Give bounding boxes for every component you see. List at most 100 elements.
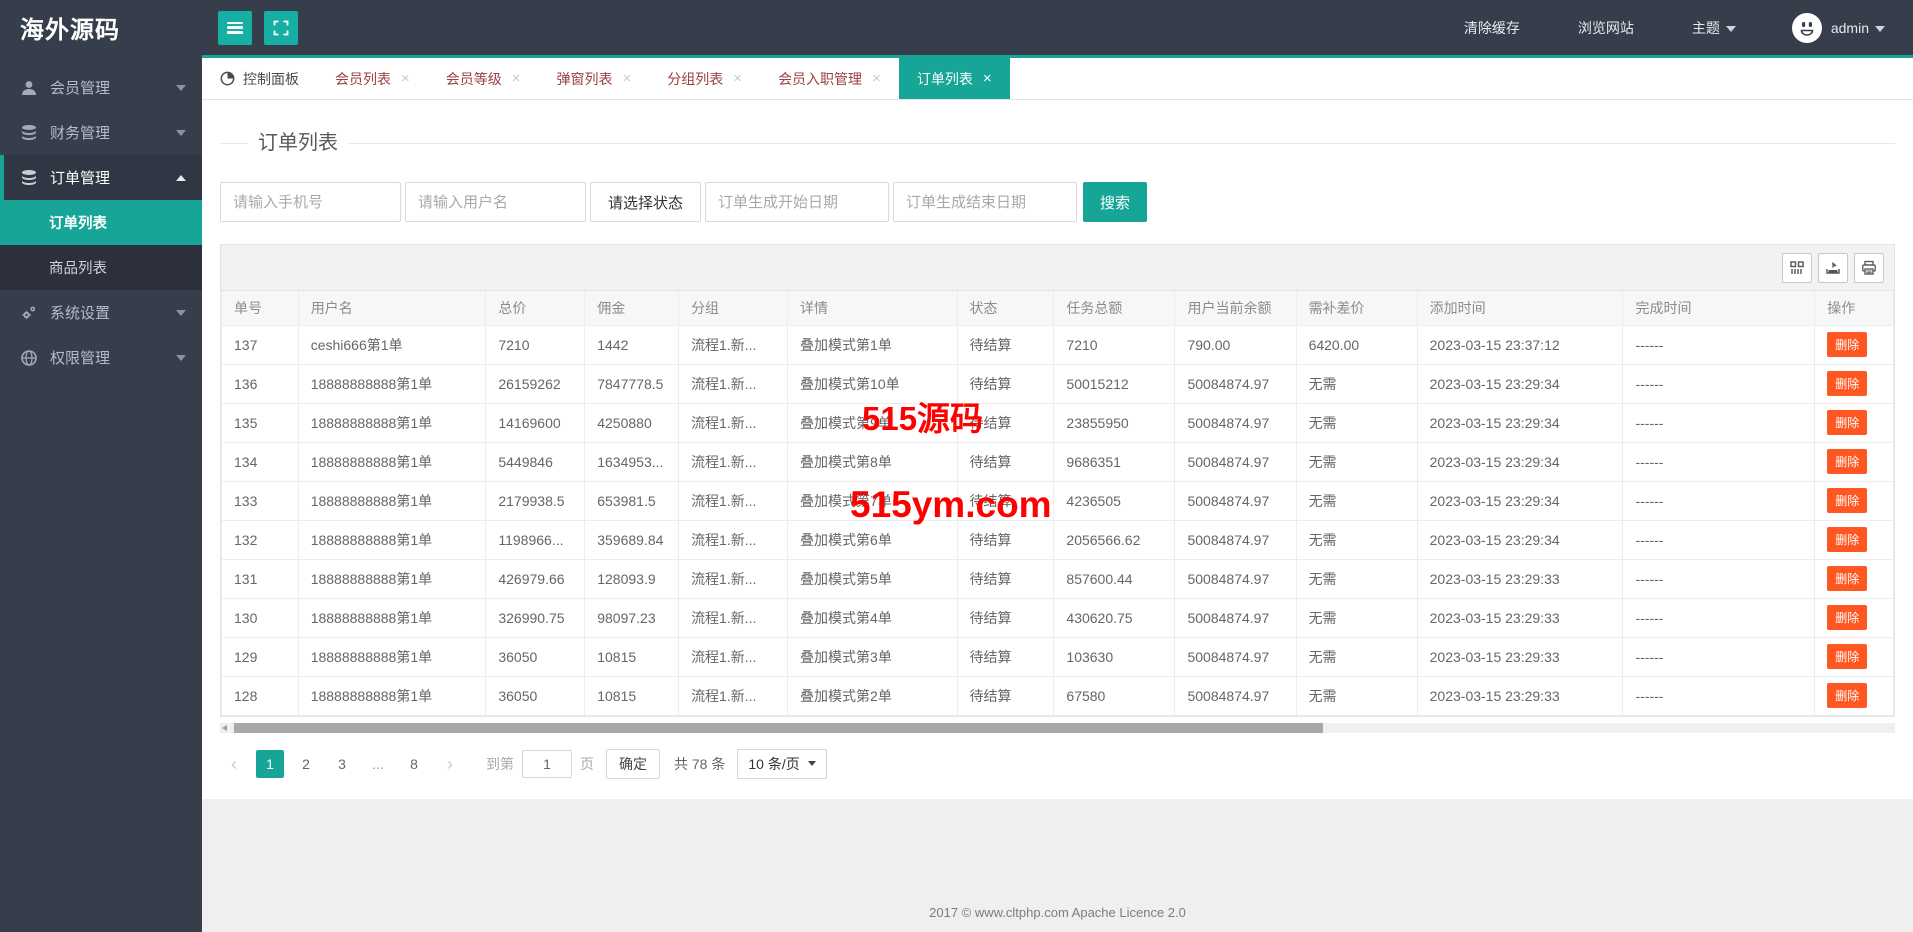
- table-cell: 2023-03-15 23:29:34: [1416, 480, 1624, 521]
- table-cell: 待结算: [956, 480, 1055, 521]
- table-cell: 流程1.新...: [678, 519, 789, 560]
- status-select[interactable]: 请选择状态: [590, 182, 701, 222]
- browse-site-link[interactable]: 浏览网站: [1578, 18, 1634, 38]
- close-icon[interactable]: ×: [623, 71, 632, 86]
- table-cell: 67580: [1053, 675, 1176, 716]
- tab-member-level[interactable]: 会员等级 ×: [428, 58, 539, 99]
- table-cell: 2023-03-15 23:29:33: [1416, 558, 1624, 599]
- table-row: 130 18888888888第1单 326990.75 98097.23 流程1.新.…: [221, 597, 1894, 638]
- tab-dashboard[interactable]: 控制面板: [202, 58, 317, 99]
- sidebar-subitem-product-list[interactable]: 商品列表: [0, 245, 202, 290]
- page-title: 订单列表: [220, 130, 1895, 156]
- sidebar-item-member-management[interactable]: 会员管理: [0, 65, 202, 110]
- horizontal-scrollbar[interactable]: [220, 722, 1895, 733]
- table-cell: 426979.66: [485, 558, 586, 599]
- table-cell: ------: [1622, 558, 1816, 599]
- close-icon[interactable]: ×: [512, 71, 521, 86]
- table-row: 129 18888888888第1单 36050 10815 流程1.新... 叠加模式第…: [221, 636, 1894, 677]
- delete-button[interactable]: 删除: [1827, 332, 1868, 357]
- next-page-button[interactable]: ›: [436, 750, 464, 778]
- table-cell: 流程1.新...: [678, 675, 789, 716]
- user-icon: [22, 80, 36, 95]
- table-cell: 2023-03-15 23:29:34: [1416, 441, 1624, 482]
- sidebar-item-system-settings[interactable]: 系统设置: [0, 290, 202, 335]
- page-button-8[interactable]: 8: [400, 750, 428, 778]
- table-cell: ------: [1622, 324, 1816, 365]
- table-cell: 无需: [1295, 402, 1418, 443]
- chevron-down-icon: [176, 309, 186, 316]
- page-button-1[interactable]: 1: [256, 749, 284, 778]
- theme-dropdown[interactable]: 主题: [1692, 18, 1736, 38]
- print-button[interactable]: [1854, 252, 1884, 283]
- chevron-down-icon: [1725, 25, 1736, 32]
- table-cell-actions: 删除: [1814, 519, 1894, 560]
- column-header: 详情: [787, 291, 958, 326]
- table-cell: 叠加模式第4单: [787, 597, 958, 638]
- tab-order-list[interactable]: 订单列表 ×: [898, 58, 1010, 99]
- confirm-page-button[interactable]: 确定: [606, 748, 660, 779]
- delete-button[interactable]: 删除: [1827, 371, 1868, 396]
- end-date-input[interactable]: [893, 182, 1077, 222]
- close-icon[interactable]: ×: [983, 71, 992, 86]
- table-cell: 135: [221, 402, 299, 443]
- table-cell: 50084874.97: [1174, 480, 1297, 521]
- column-header: 分组: [678, 291, 789, 326]
- close-icon[interactable]: ×: [401, 71, 410, 86]
- avatar[interactable]: [1791, 12, 1822, 43]
- table-cell: 流程1.新...: [678, 636, 789, 677]
- export-icon: [1826, 261, 1840, 274]
- page-button-3[interactable]: 3: [328, 750, 356, 778]
- table-cell: 待结算: [956, 636, 1055, 677]
- table-cell-actions: 删除: [1814, 324, 1894, 365]
- goto-page-input[interactable]: [522, 749, 572, 778]
- start-date-input[interactable]: [705, 182, 889, 222]
- table-cell: 857600.44: [1053, 558, 1176, 599]
- delete-button[interactable]: 删除: [1827, 566, 1868, 591]
- sidebar-item-permission-management[interactable]: 权限管理: [0, 335, 202, 380]
- columns-toggle-button[interactable]: [1782, 252, 1812, 283]
- table-toolbar: [221, 245, 1894, 291]
- table-cell: ------: [1622, 675, 1816, 716]
- delete-button[interactable]: 删除: [1827, 449, 1868, 474]
- tab-popup-list[interactable]: 弹窗列表 ×: [539, 58, 650, 99]
- table-cell: 50084874.97: [1174, 597, 1297, 638]
- prev-page-button[interactable]: ‹: [220, 750, 248, 778]
- scroll-left-arrow-icon[interactable]: [222, 724, 227, 731]
- delete-button[interactable]: 删除: [1827, 683, 1868, 708]
- page-content: 订单列表 请选择状态 搜索: [202, 100, 1913, 799]
- delete-button[interactable]: 删除: [1827, 488, 1868, 513]
- table-cell: 430620.75: [1053, 597, 1176, 638]
- page-button-2[interactable]: 2: [292, 750, 320, 778]
- close-icon[interactable]: ×: [733, 71, 742, 86]
- table-cell: 50084874.97: [1174, 675, 1297, 716]
- chevron-down-icon: [176, 129, 186, 136]
- close-icon[interactable]: ×: [872, 71, 881, 86]
- table-row: 132 18888888888第1单 1198966... 359689.84 流程1.…: [221, 519, 1894, 560]
- delete-button[interactable]: 删除: [1827, 644, 1868, 669]
- delete-button[interactable]: 删除: [1827, 527, 1868, 552]
- username-input[interactable]: [405, 182, 586, 222]
- sidebar-toggle-button[interactable]: [218, 10, 252, 45]
- per-page-select[interactable]: 10 条/页: [737, 748, 827, 779]
- scrollbar-thumb[interactable]: [234, 722, 1323, 733]
- export-button[interactable]: [1818, 252, 1848, 283]
- table-cell: 18888888888第1单: [297, 363, 487, 404]
- search-button[interactable]: 搜索: [1083, 182, 1147, 222]
- table-cell: 18888888888第1单: [297, 558, 487, 599]
- sidebar-item-order-management[interactable]: 订单管理: [0, 155, 202, 200]
- phone-input[interactable]: [220, 182, 401, 222]
- clear-cache-link[interactable]: 清除缓存: [1464, 18, 1520, 38]
- sidebar-subitem-order-list[interactable]: 订单列表: [0, 200, 202, 245]
- delete-button[interactable]: 删除: [1827, 605, 1868, 630]
- footer: 2017 © www.cltphp.com Apache Licence 2.0: [929, 905, 1186, 920]
- user-menu[interactable]: admin: [1831, 20, 1885, 36]
- delete-button[interactable]: 删除: [1827, 410, 1868, 435]
- tab-member-list[interactable]: 会员列表 ×: [317, 58, 428, 99]
- table-cell: 流程1.新...: [678, 480, 789, 521]
- tab-group-list[interactable]: 分组列表 ×: [649, 58, 760, 99]
- fullscreen-button[interactable]: [264, 10, 298, 45]
- tab-member-entry[interactable]: 会员入职管理 ×: [760, 58, 899, 99]
- sidebar-item-finance-management[interactable]: 财务管理: [0, 110, 202, 155]
- table-cell: ------: [1622, 519, 1816, 560]
- column-header: 添加时间: [1416, 291, 1624, 326]
